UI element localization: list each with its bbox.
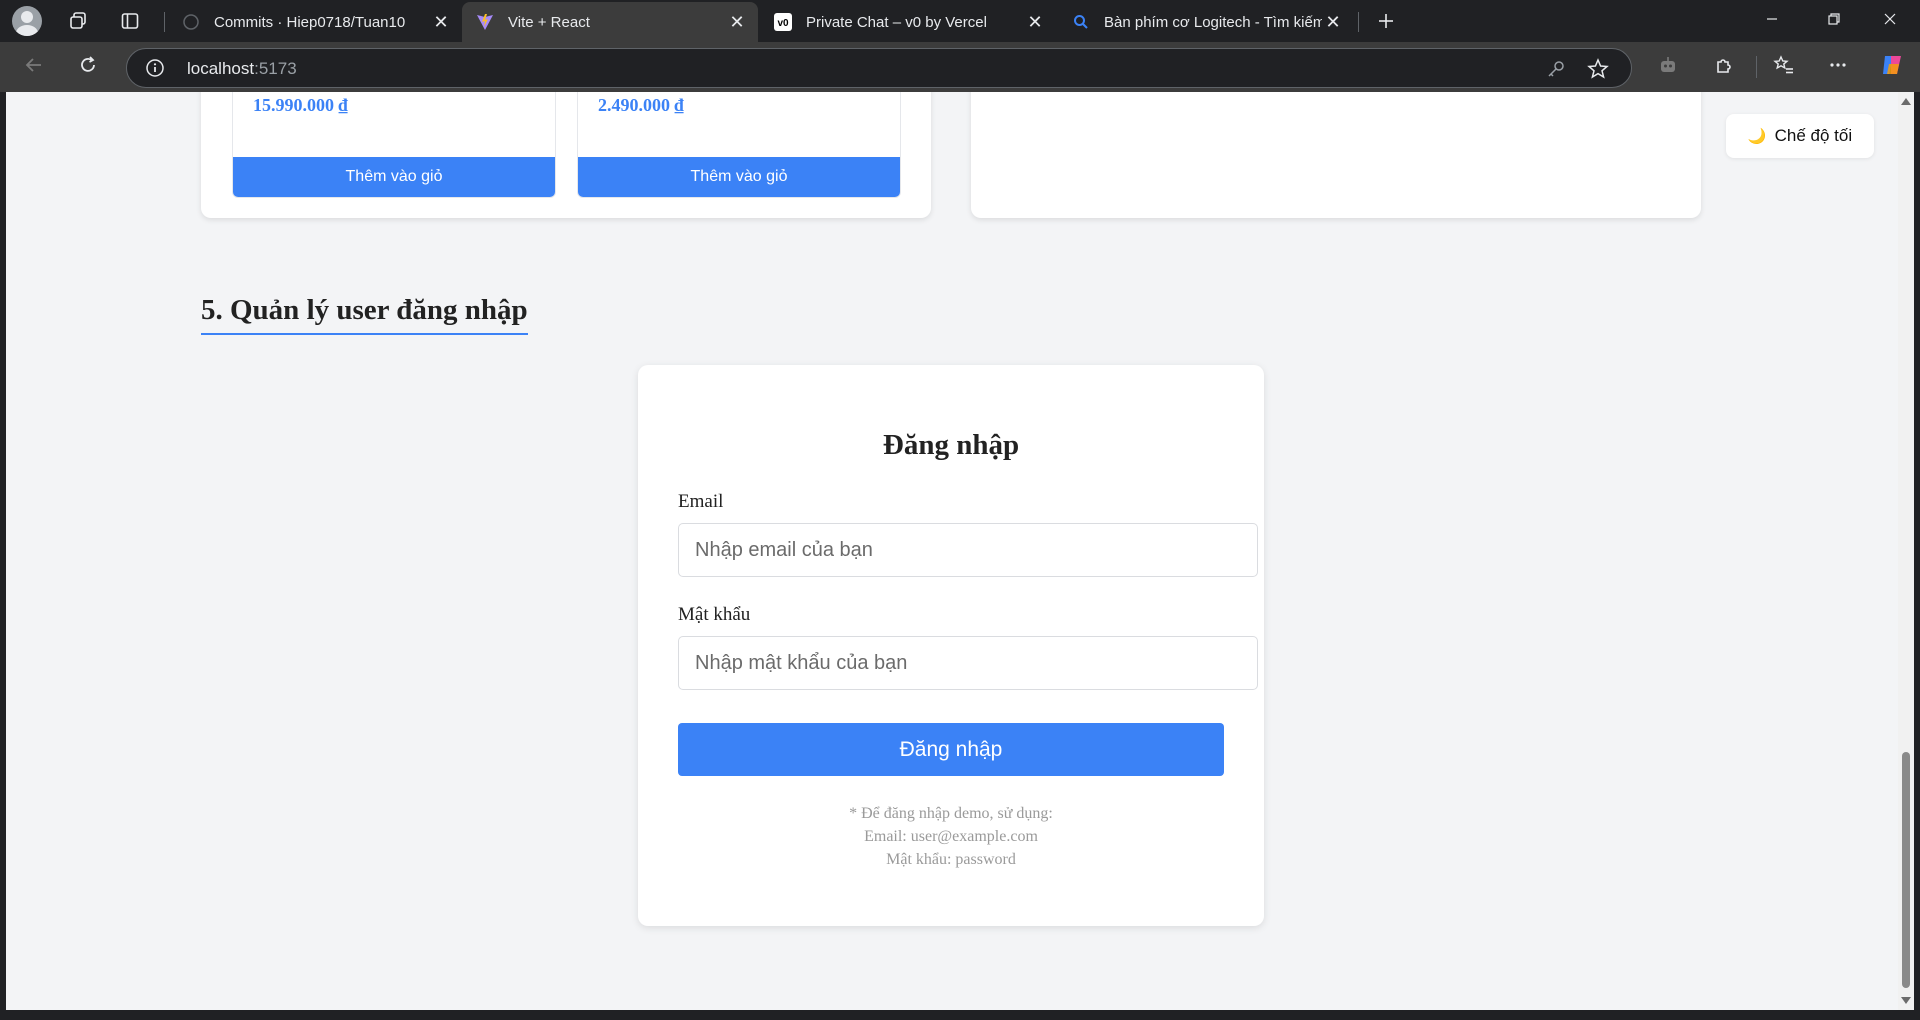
favorites-list-icon <box>1773 54 1795 81</box>
back-button[interactable] <box>16 49 52 85</box>
close-icon[interactable]: ✕ <box>726 11 748 33</box>
scroll-up-arrow-icon[interactable] <box>1901 98 1911 105</box>
product-price: 15.990.000 ₫ <box>253 95 348 115</box>
github-icon <box>182 13 200 31</box>
site-info-icon[interactable] <box>145 58 165 78</box>
settings-more-button[interactable] <box>1820 49 1856 85</box>
reload-button[interactable] <box>70 49 106 85</box>
product-card: 2.490.000 ₫ Thêm vào giỏ <box>577 92 901 198</box>
browser-toolbar: localhost:5173 <box>0 42 1920 92</box>
window-bottom-edge <box>0 1010 1920 1020</box>
add-to-cart-button[interactable]: Thêm vào giỏ <box>578 157 900 197</box>
extensions-button[interactable] <box>1706 49 1742 85</box>
back-arrow-icon <box>24 55 44 80</box>
favorites-button[interactable] <box>1766 49 1802 85</box>
favorite-star-icon[interactable] <box>1587 58 1609 80</box>
tab-title: Bàn phím cơ Logitech - Tìm kiếm <box>1104 13 1322 31</box>
tab-github-commits[interactable]: Commits · Hiep0718/Tuan10 ✕ <box>168 2 462 42</box>
dark-mode-label: Chế độ tối <box>1774 126 1853 145</box>
demo-hint-password: Mật khẩu: password <box>886 851 1016 868</box>
side-panel <box>971 92 1701 218</box>
vertical-tabs-button[interactable] <box>108 5 152 37</box>
url-port: :5173 <box>254 59 297 78</box>
tab-vite-react[interactable]: Vite + React ✕ <box>462 2 758 42</box>
close-icon <box>1884 12 1896 30</box>
new-tab-button[interactable] <box>1364 5 1408 37</box>
v0-icon: v0 <box>774 13 792 31</box>
restore-icon <box>1828 12 1840 30</box>
password-input[interactable] <box>678 636 1258 690</box>
address-bar[interactable]: localhost:5173 <box>126 48 1632 88</box>
demo-hint-line: * Để đăng nhập demo, sử dụng: <box>849 805 1053 822</box>
workspaces-icon <box>68 11 88 31</box>
section-title: 5. Quản lý user đăng nhập <box>201 294 528 335</box>
close-icon[interactable]: ✕ <box>430 11 452 33</box>
workspaces-button[interactable] <box>56 5 100 37</box>
tab-v0-chat[interactable]: v0 Private Chat – v0 by Vercel ✕ <box>760 2 1056 42</box>
minimize-button[interactable] <box>1744 0 1800 42</box>
reload-icon <box>78 55 98 80</box>
scroll-down-arrow-icon[interactable] <box>1901 997 1911 1004</box>
tab-separator <box>1358 12 1359 32</box>
plus-icon <box>1377 12 1395 30</box>
add-to-cart-button[interactable]: Thêm vào giỏ <box>233 157 555 197</box>
close-icon[interactable]: ✕ <box>1322 11 1344 33</box>
close-window-button[interactable] <box>1862 0 1918 42</box>
sidebar-tabs-icon <box>120 11 140 31</box>
login-form: Đăng nhập Email Mật khẩu Đăng nhập * Để … <box>638 365 1264 926</box>
email-input[interactable] <box>678 523 1258 577</box>
url-host: localhost <box>187 59 255 78</box>
product-price: 2.490.000 ₫ <box>598 95 684 115</box>
tab-title: Commits · Hiep0718/Tuan10 <box>214 13 406 31</box>
key-icon[interactable] <box>1545 58 1567 80</box>
url-text: localhost:5173 <box>187 59 297 79</box>
scrollbar-thumb[interactable] <box>1902 752 1910 988</box>
svg-text:v0: v0 <box>777 18 789 29</box>
copilot-agent-button[interactable] <box>1650 49 1686 85</box>
product-grid-panel: 15.990.000 ₫ Thêm vào giỏ 2.490.000 ₫ Th… <box>201 92 931 218</box>
product-card: 15.990.000 ₫ Thêm vào giỏ <box>232 92 556 198</box>
page-scrollbar[interactable] <box>1898 92 1914 1010</box>
minimize-icon <box>1766 12 1778 30</box>
close-icon[interactable]: ✕ <box>1024 11 1046 33</box>
more-dots-icon <box>1827 54 1849 81</box>
robot-icon <box>1657 54 1679 81</box>
search-icon <box>1072 13 1090 31</box>
tab-title: Vite + React <box>508 13 590 31</box>
tab-strip: Commits · Hiep0718/Tuan10 ✕ Vite + React… <box>0 0 1920 42</box>
login-submit-button[interactable]: Đăng nhập <box>678 723 1224 776</box>
password-label: Mật khẩu <box>678 604 751 625</box>
login-title: Đăng nhập <box>882 429 1020 461</box>
demo-hint-email: Email: user@example.com <box>864 828 1038 845</box>
dark-mode-toggle[interactable]: 🌙 Chế độ tối <box>1726 114 1874 158</box>
puzzle-icon <box>1713 54 1735 81</box>
copilot-icon <box>1879 52 1905 83</box>
tab-logitech-search[interactable]: Bàn phím cơ Logitech - Tìm kiếm ✕ <box>1058 2 1354 42</box>
tab-separator <box>164 12 165 32</box>
tab-title: Private Chat – v0 by Vercel <box>806 13 987 31</box>
toolbar-divider <box>1756 56 1757 78</box>
restore-button[interactable] <box>1806 0 1862 42</box>
copilot-button[interactable] <box>1874 49 1910 85</box>
email-label: Email <box>678 491 724 512</box>
vite-icon <box>476 13 494 31</box>
page-viewport: 15.990.000 ₫ Thêm vào giỏ 2.490.000 ₫ Th… <box>6 92 1898 1010</box>
moon-icon: 🌙 <box>1747 128 1767 145</box>
profile-avatar[interactable] <box>12 6 42 36</box>
